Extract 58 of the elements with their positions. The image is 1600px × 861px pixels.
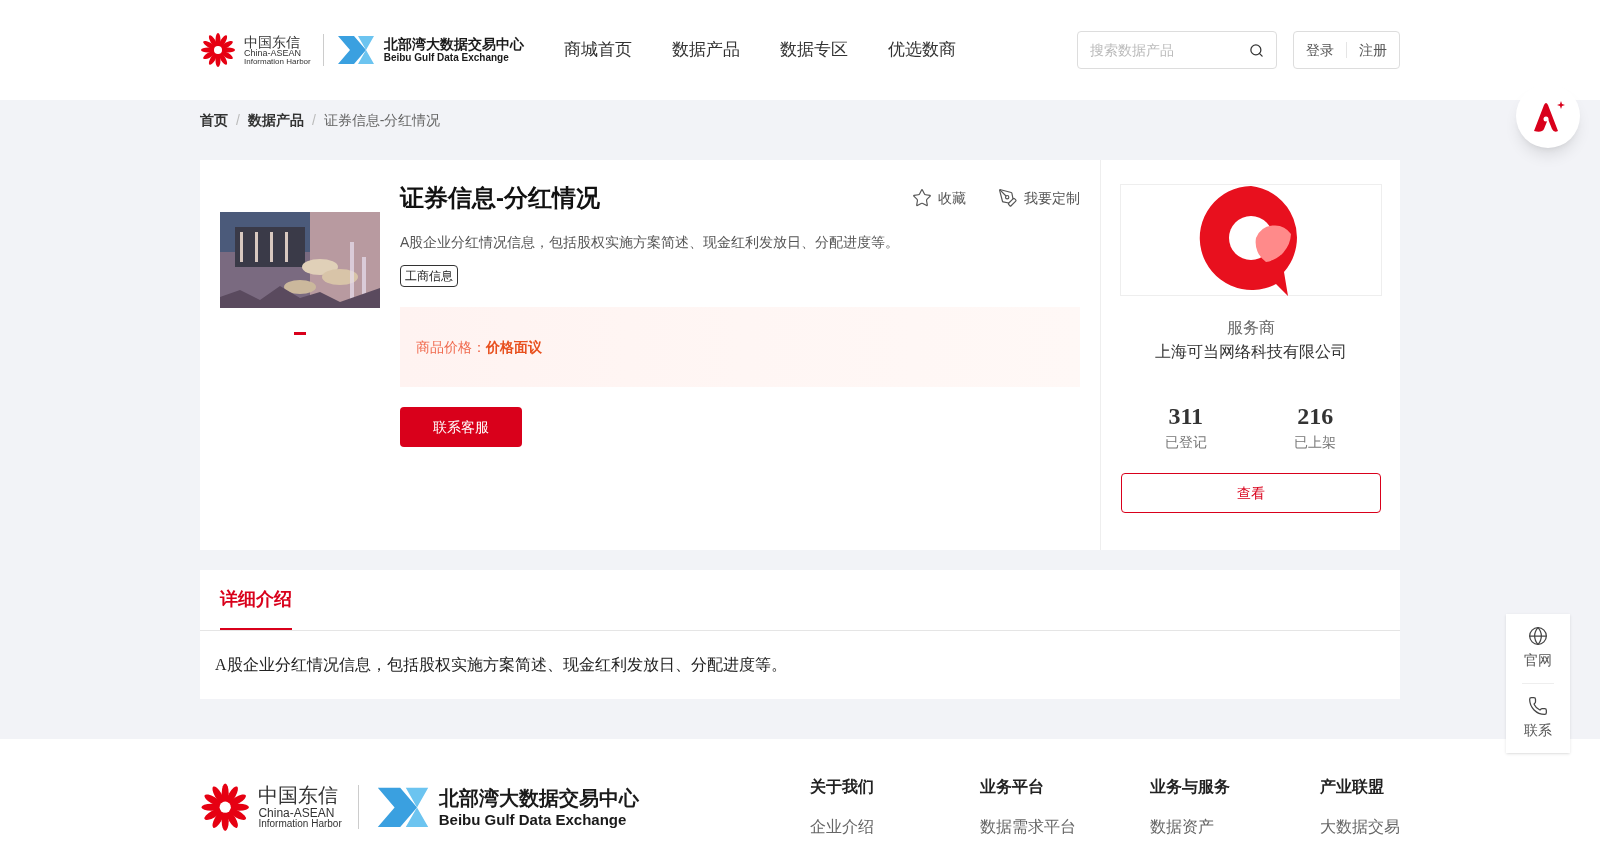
logo-text: 北部湾大数据交易中心 <box>438 787 639 808</box>
breadcrumb-current: 证券信息-分红情况 <box>323 110 441 130</box>
price-value: 价格面议 <box>486 337 542 357</box>
phone-icon <box>1528 696 1548 716</box>
footer-heading: 关于我们 <box>810 777 875 797</box>
details-text: A股企业分红情况信息，包括股权实施方案简述、现金红利发放日、分配进度等。 <box>214 655 788 675</box>
logo-subtext: China-ASEAN <box>244 48 303 58</box>
product-description: A股企业分红情况信息，包括股权实施方案简述、现金红利发放日、分配进度等。 <box>400 233 901 252</box>
footer-link[interactable]: 数据需求平台 <box>980 815 1150 839</box>
action-button[interactable]: 收藏 <box>912 187 966 209</box>
breadcrumb-link[interactable]: 首页 <box>200 109 228 131</box>
footer-link[interactable]: 大数据交易 <box>1320 815 1400 839</box>
logo-subtext: China-ASEAN <box>258 807 335 819</box>
logo-subtext: Beibu Gulf Data Exchange <box>438 811 628 827</box>
nav-link[interactable]: 优选数商 <box>887 37 956 63</box>
side-tool-button[interactable]: 联系 <box>1524 684 1552 753</box>
footer-heading: 业务与服务 <box>1150 777 1231 797</box>
product-title: 证券信息-分红情况 <box>400 183 600 213</box>
price-label: 商品价格： <box>416 337 486 357</box>
contact-button[interactable]: 联系客服 <box>400 407 522 447</box>
details-tab[interactable]: 详细介绍 <box>220 570 292 630</box>
view-button[interactable]: 查看 <box>1120 473 1381 513</box>
footer-heading: 产业联盟 <box>1320 777 1385 797</box>
breadcrumb-separator: / <box>236 110 240 130</box>
auth-link[interactable]: 注册 <box>1359 39 1387 61</box>
footer-heading: 业务平台 <box>980 777 1045 797</box>
logo-text: 中国东信 <box>244 34 300 49</box>
exchange-logo-icon <box>335 34 376 66</box>
flower-logo-icon <box>200 32 236 68</box>
action-button[interactable]: 我要定制 <box>998 187 1080 209</box>
breadcrumb-link[interactable]: 数据产品 <box>247 109 304 131</box>
stat-label: 已登记 <box>1164 433 1207 452</box>
nav-link[interactable]: 商城首页 <box>563 37 632 63</box>
auth-link[interactable]: 登录 <box>1306 39 1334 61</box>
footer-link[interactable]: 数据资产 <box>1150 815 1320 839</box>
breadcrumb-separator: / <box>311 110 316 130</box>
stat-label: 已上架 <box>1294 433 1337 452</box>
logo-text: 中国东信 <box>258 785 340 805</box>
provider-name: 上海可当网络科技有限公司 <box>1154 342 1347 362</box>
nav-link[interactable]: 数据专区 <box>779 37 848 63</box>
footer-link[interactable]: 企业介绍 <box>810 815 980 839</box>
product-tag: 工商信息 <box>400 265 458 287</box>
search-bar[interactable]: 搜索数据产品 <box>1077 31 1277 69</box>
stat-value: 311 <box>1168 404 1204 428</box>
logo-subtext: Information Harbor <box>258 819 342 829</box>
provider-role: 服务商 <box>1226 318 1275 338</box>
nav-link[interactable]: 数据产品 <box>671 37 740 63</box>
globe-icon <box>1528 626 1548 646</box>
logo-subtext: Beibu Gulf Data Exchange <box>383 53 510 63</box>
stat-value: 216 <box>1297 404 1334 428</box>
star-icon <box>912 188 932 208</box>
flower-logo-icon <box>200 781 251 833</box>
side-tool-button[interactable]: 官网 <box>1524 614 1552 683</box>
logo-text: 北部湾大数据交易中心 <box>383 37 524 51</box>
pen-icon <box>998 188 1018 208</box>
search-field[interactable]: 搜索数据产品 <box>1090 39 1249 61</box>
search-icon[interactable] <box>1249 42 1264 58</box>
logo-subtext: Information Harbor <box>244 57 311 66</box>
